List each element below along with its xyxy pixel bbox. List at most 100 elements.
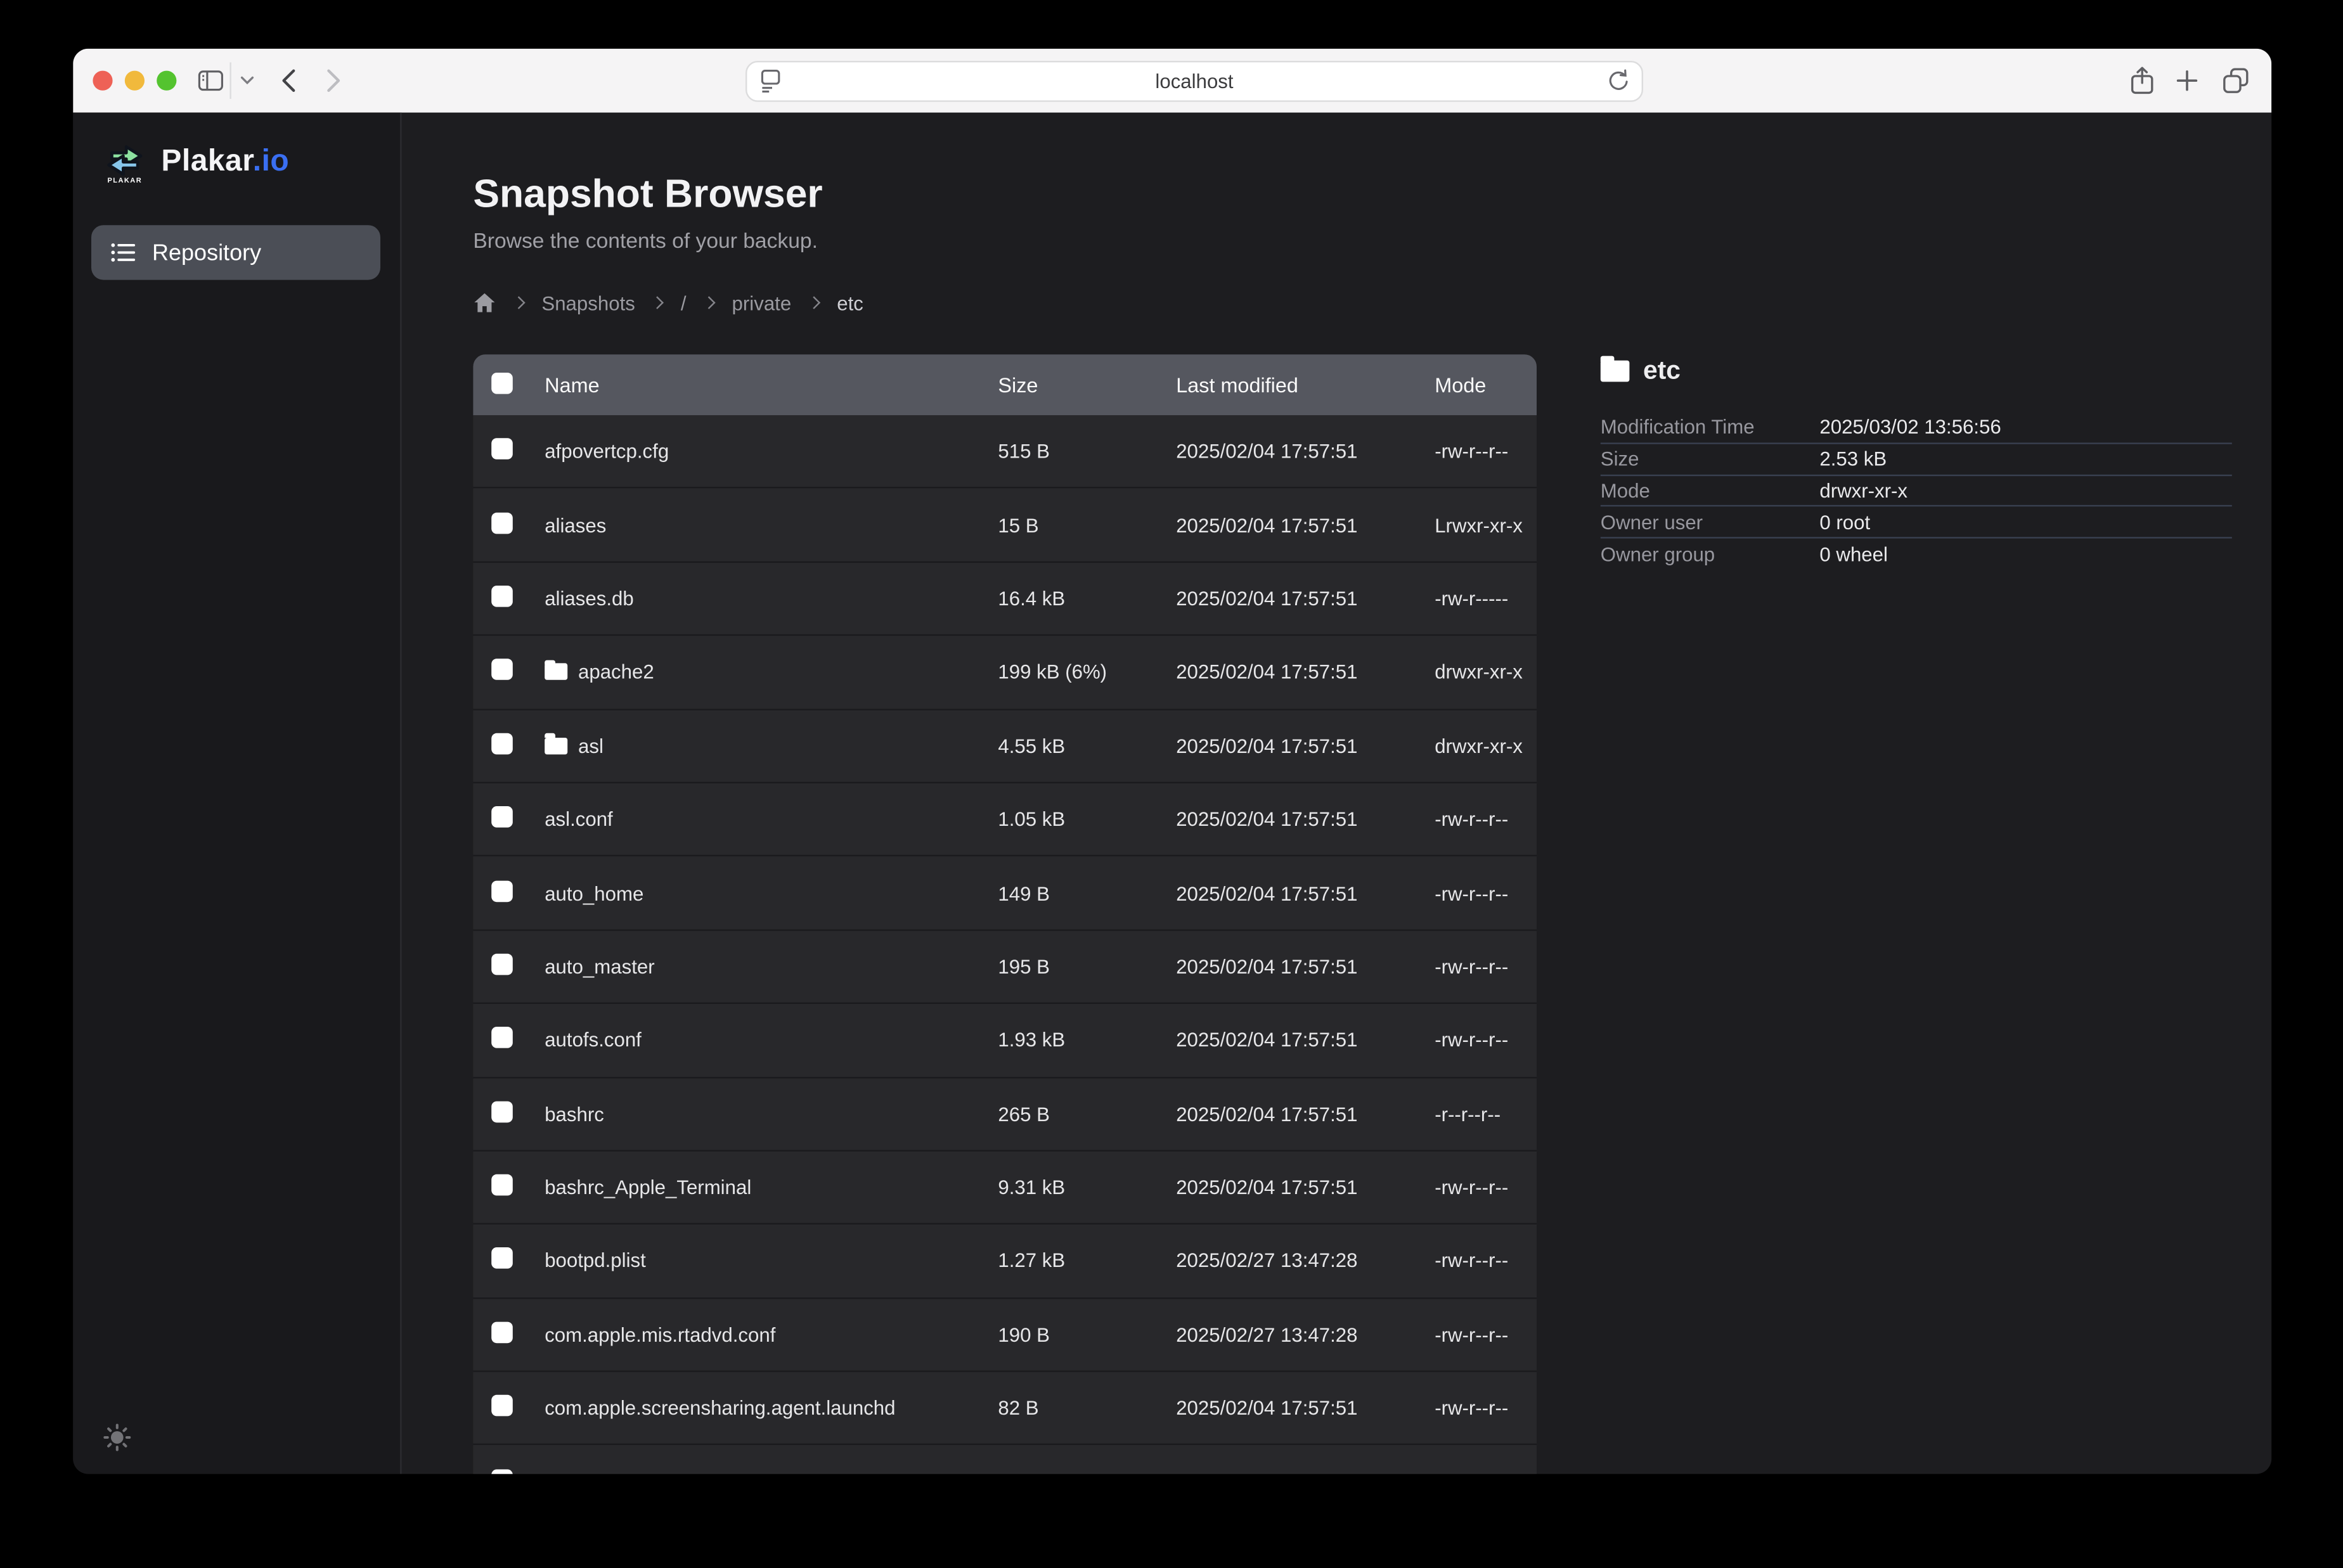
table-row[interactable]: aliases.db16.4 kB2025/02/04 17:57:51-rw-… (473, 562, 1537, 636)
file-name[interactable]: com.apple.mis.rtadvd.conf (545, 1323, 998, 1346)
share-icon[interactable] (2130, 66, 2154, 95)
table-row[interactable]: csh.cshrc189 B2025/02/04 17:57:51-rw-r--… (473, 1446, 1537, 1474)
table-row[interactable]: bootpd.plist1.27 kB2025/02/27 13:47:28-r… (473, 1225, 1537, 1299)
row-checkbox[interactable] (491, 659, 513, 681)
row-checkbox[interactable] (491, 1469, 513, 1474)
select-all-checkbox[interactable] (491, 372, 513, 394)
row-checkbox[interactable] (491, 954, 513, 975)
column-header-mode[interactable]: Mode (1435, 373, 1537, 396)
sidebar-item-repository[interactable]: Repository (91, 225, 380, 280)
maximize-button[interactable] (157, 71, 176, 91)
detail-value: 0 wheel (1819, 543, 2231, 566)
minimize-button[interactable] (125, 71, 145, 91)
file-modified: 2025/02/04 17:57:51 (1176, 440, 1435, 463)
breadcrumb-item[interactable]: / (681, 292, 687, 314)
file-name[interactable]: autofs.conf (545, 1029, 998, 1051)
detail-value: 0 root (1819, 511, 2231, 534)
page-subtitle: Browse the contents of your backup. (473, 228, 2271, 252)
detail-field: Modification Time2025/03/02 13:56:56 (1601, 412, 2232, 444)
detail-label: Owner user (1601, 511, 1820, 534)
file-mode: -rw-r--r-- (1435, 440, 1537, 463)
file-mode: -rw-r--r-- (1435, 882, 1537, 904)
file-name[interactable]: csh.cshrc (545, 1470, 998, 1474)
theme-toggle-button[interactable] (103, 1423, 131, 1451)
breadcrumb-item[interactable]: etc (837, 292, 863, 314)
file-name[interactable]: bootpd.plist (545, 1250, 998, 1273)
table-row[interactable]: afpovertcp.cfg515 B2025/02/04 17:57:51-r… (473, 415, 1537, 489)
table-row[interactable]: asl.conf1.05 kB2025/02/04 17:57:51-rw-r-… (473, 783, 1537, 857)
row-checkbox[interactable] (491, 1027, 513, 1049)
table-row[interactable]: auto_home149 B2025/02/04 17:57:51-rw-r--… (473, 857, 1537, 930)
file-mode: -rw-r--r-- (1435, 1323, 1537, 1346)
row-checkbox[interactable] (491, 880, 513, 901)
table-row[interactable]: com.apple.screensharing.agent.launchd82 … (473, 1372, 1537, 1446)
row-checkbox[interactable] (491, 1248, 513, 1269)
breadcrumb-item[interactable]: Snapshots (541, 292, 635, 314)
file-mode: -rw-r--r-- (1435, 1397, 1537, 1420)
file-name[interactable]: auto_home (545, 882, 998, 904)
detail-field: Modedrwxr-xr-x (1601, 475, 2232, 507)
file-name[interactable]: bashrc (545, 1102, 998, 1125)
detail-field: Owner user0 root (1601, 507, 2232, 539)
column-header-modified[interactable]: Last modified (1176, 373, 1435, 396)
table-row[interactable]: aliases15 B2025/02/04 17:57:51Lrwxr-xr-x (473, 489, 1537, 562)
file-table: Name Size Last modified Mode afpovertcp.… (473, 354, 1537, 1474)
table-row[interactable]: bashrc_Apple_Terminal9.31 kB2025/02/04 1… (473, 1152, 1537, 1225)
plakar-logo[interactable]: PLAKAR Plakar.io (100, 140, 289, 184)
folder-icon (545, 737, 567, 754)
file-size: 1.93 kB (998, 1029, 1176, 1051)
file-name[interactable]: bashrc_Apple_Terminal (545, 1176, 998, 1198)
row-checkbox[interactable] (491, 1321, 513, 1343)
file-name[interactable]: aliases (545, 513, 998, 536)
table-row[interactable]: autofs.conf1.93 kB2025/02/04 17:57:51-rw… (473, 1004, 1537, 1077)
file-modified: 2025/02/04 17:57:51 (1176, 1176, 1435, 1198)
table-row[interactable]: apache2199 kB (6%)2025/02/04 17:57:51drw… (473, 636, 1537, 710)
file-name[interactable]: aliases.db (545, 587, 998, 610)
forward-icon[interactable] (327, 68, 341, 93)
file-mode: -rw-r--r-- (1435, 955, 1537, 978)
file-name[interactable]: com.apple.screensharing.agent.launchd (545, 1397, 998, 1420)
reload-icon[interactable] (1608, 69, 1630, 92)
home-icon[interactable] (473, 292, 496, 314)
table-row[interactable]: bashrc265 B2025/02/04 17:57:51-r--r--r-- (473, 1077, 1537, 1151)
row-checkbox[interactable] (491, 439, 513, 460)
details-title-text: etc (1643, 356, 1681, 387)
row-checkbox[interactable] (491, 586, 513, 607)
row-checkbox[interactable] (491, 733, 513, 754)
back-icon[interactable] (281, 68, 295, 93)
new-tab-icon[interactable] (2176, 69, 2198, 92)
breadcrumb-item[interactable]: private (732, 292, 792, 314)
detail-label: Mode (1601, 479, 1820, 502)
page-reader-icon[interactable] (759, 68, 782, 93)
row-checkbox[interactable] (491, 1395, 513, 1417)
table-row[interactable]: com.apple.mis.rtadvd.conf190 B2025/02/27… (473, 1299, 1537, 1372)
chevron-right-icon (512, 296, 525, 309)
file-modified: 2025/02/04 17:57:51 (1176, 513, 1435, 536)
tab-group-chevron-down-icon[interactable] (240, 76, 254, 85)
close-button[interactable] (93, 71, 112, 91)
row-checkbox[interactable] (491, 806, 513, 828)
file-name[interactable]: asl.conf (545, 808, 998, 831)
column-header-name[interactable]: Name (545, 373, 998, 396)
table-row[interactable]: asl4.55 kB2025/02/04 17:57:51drwxr-xr-x (473, 710, 1537, 783)
file-modified: 2025/02/04 17:57:51 (1176, 660, 1435, 683)
browser-window: localhost (73, 49, 2271, 1474)
row-checkbox[interactable] (491, 1101, 513, 1122)
tab-overview-icon[interactable] (2223, 68, 2249, 94)
table-row[interactable]: auto_master195 B2025/02/04 17:57:51-rw-r… (473, 930, 1537, 1004)
sidebar-toggle-icon[interactable] (198, 69, 224, 92)
url-text[interactable]: localhost (747, 69, 1641, 92)
column-header-size[interactable]: Size (998, 373, 1176, 396)
file-name[interactable]: apache2 (545, 660, 998, 683)
file-name[interactable]: asl (545, 735, 998, 757)
file-name[interactable]: auto_master (545, 955, 998, 978)
file-name[interactable]: afpovertcp.cfg (545, 440, 998, 463)
main-area: Snapshot Browser Browse the contents of … (402, 113, 2272, 1474)
file-size: 4.55 kB (998, 735, 1176, 757)
details-fields: Modification Time2025/03/02 13:56:56Size… (1601, 412, 2232, 570)
address-bar[interactable]: localhost (746, 60, 1643, 101)
brand-name: Plakar.io (161, 145, 289, 179)
row-checkbox[interactable] (491, 1174, 513, 1196)
detail-label: Modification Time (1601, 416, 1820, 439)
row-checkbox[interactable] (491, 512, 513, 534)
